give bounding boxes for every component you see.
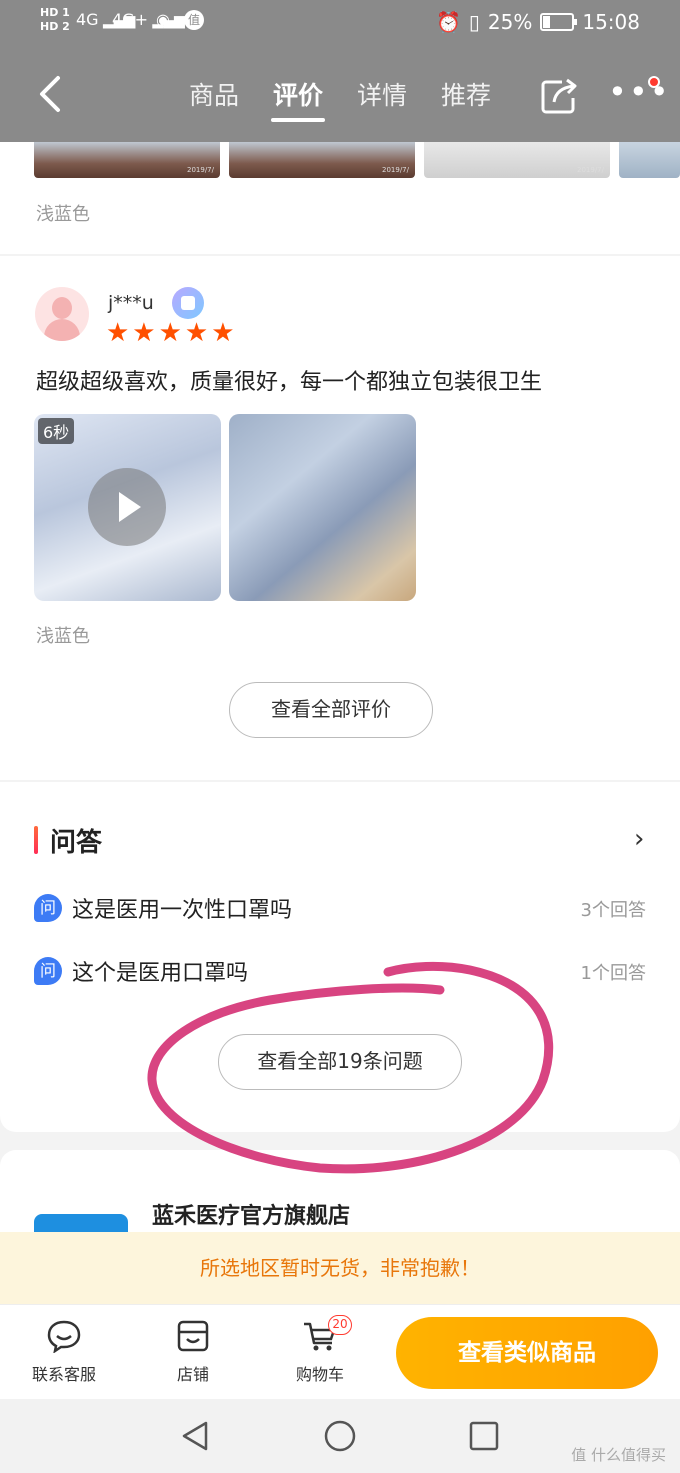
top-bar: HD 1 HD 2 4G ▂▄▆ 4G+ ▂▄▆ ◉ 值 ⏰ ▯ 25% 15:… <box>0 0 680 142</box>
review-photo[interactable] <box>229 414 416 601</box>
more-icon[interactable]: ••• <box>608 76 671 108</box>
out-of-stock-notice: 所选地区暂时无货，非常抱歉！ <box>0 1232 680 1304</box>
watermark: 值 什么值得买 <box>571 1446 666 1464</box>
tab-details[interactable]: 详情 <box>340 76 424 122</box>
shop-button[interactable]: 店铺 <box>148 1319 238 1385</box>
cart-icon: 20 <box>302 1315 352 1353</box>
cart-label: 购物车 <box>295 1365 344 1384</box>
store-icon <box>175 1319 211 1353</box>
status-bar: HD 1 HD 2 4G ▂▄▆ 4G+ ▂▄▆ ◉ 值 ⏰ ▯ 25% 15:… <box>0 0 680 48</box>
qa-answer-count: 1个回答 <box>580 963 646 984</box>
view-all-reviews-button[interactable]: 查看全部评价 <box>229 682 433 738</box>
nav-recents-icon[interactable] <box>468 1420 500 1452</box>
customer-service-label: 联系客服 <box>31 1365 96 1384</box>
store-logo[interactable] <box>34 1214 128 1234</box>
qa-question: 这是医用一次性口罩吗 <box>72 898 293 923</box>
vip-badge-icon <box>172 287 204 319</box>
review-photo[interactable] <box>619 142 680 178</box>
status-right: ⏰ ▯ 25% 15:08 <box>436 10 640 34</box>
battery-fill <box>543 16 551 28</box>
nav-bar: 商品 评价 详情 推荐 ••• <box>0 48 680 142</box>
prev-review-photos: 2019/7/ 2019/7/ 2019/7/ <box>34 142 680 178</box>
customer-service-button[interactable]: 联系客服 <box>19 1319 109 1385</box>
alarm-icon: ⏰ <box>435 10 461 34</box>
share-icon[interactable] <box>540 78 580 114</box>
review-color-label: 浅蓝色 <box>36 626 90 647</box>
tab-recommend[interactable]: 推荐 <box>424 76 508 122</box>
battery-icon <box>540 13 578 31</box>
cart-button[interactable]: 20 购物车 <box>275 1315 365 1385</box>
review-text: 超级超级喜欢，质量很好，每一个都独立包装很卫生 <box>36 370 543 395</box>
notification-dot <box>648 76 660 88</box>
user-avatar[interactable] <box>35 287 89 341</box>
app-badge-icon: 值 <box>184 10 204 30</box>
tab-bar: 商品 评价 详情 推荐 <box>172 76 508 122</box>
bottom-action-bar: 联系客服 店铺 20 购物车 查看类似商品 <box>0 1304 680 1399</box>
store-name[interactable]: 蓝禾医疗官方旗舰店 <box>152 1198 350 1230</box>
nav-back-icon[interactable] <box>178 1419 212 1453</box>
chat-icon <box>46 1319 82 1354</box>
rating-stars: ★★★★★ <box>106 318 238 348</box>
tab-product[interactable]: 商品 <box>172 76 256 122</box>
question-icon: 问 <box>34 957 62 985</box>
tab-reviews[interactable]: 评价 <box>256 76 340 122</box>
view-similar-button[interactable]: 查看类似商品 <box>396 1317 658 1389</box>
battery-text: 25% <box>487 10 533 34</box>
qa-title: 问答 <box>34 822 102 859</box>
question-icon: 问 <box>34 894 62 922</box>
signal-2: 4G+ ▂▄▆ <box>112 10 185 29</box>
view-all-questions-button[interactable]: 查看全部19条问题 <box>218 1034 462 1090</box>
review-video[interactable]: 6秒 <box>34 414 221 601</box>
qa-item[interactable]: 问 这是医用一次性口罩吗 3个回答 <box>34 892 646 926</box>
review-username: j***u <box>108 292 154 314</box>
chevron-right-icon[interactable]: › <box>634 824 644 854</box>
hd2-label: HD 2 <box>40 20 70 33</box>
back-icon[interactable] <box>36 74 66 114</box>
qa-answer-count: 3个回答 <box>580 900 646 921</box>
shop-label: 店铺 <box>176 1365 209 1384</box>
qa-item[interactable]: 问 这个是医用口罩吗 1个回答 <box>34 955 646 989</box>
network-labels: HD 1 HD 2 <box>40 6 70 34</box>
video-duration: 6秒 <box>38 418 75 444</box>
system-navigation-bar: 值 什么值得买 <box>0 1399 680 1473</box>
review-photo[interactable]: 2019/7/ <box>34 142 220 178</box>
review-photo[interactable]: 2019/7/ <box>229 142 415 178</box>
nav-home-icon[interactable] <box>323 1419 357 1453</box>
review-photo[interactable]: 2019/7/ <box>424 142 610 178</box>
qa-question: 这个是医用口罩吗 <box>72 961 249 986</box>
hd1-label: HD 1 <box>40 6 70 19</box>
wifi-icon: ◉ <box>156 10 170 29</box>
play-icon[interactable] <box>88 468 166 546</box>
cart-count-badge: 20 <box>328 1315 352 1335</box>
vibrate-icon: ▯ <box>468 10 480 34</box>
clock: 15:08 <box>582 10 640 34</box>
prev-color-label: 浅蓝色 <box>36 204 90 225</box>
